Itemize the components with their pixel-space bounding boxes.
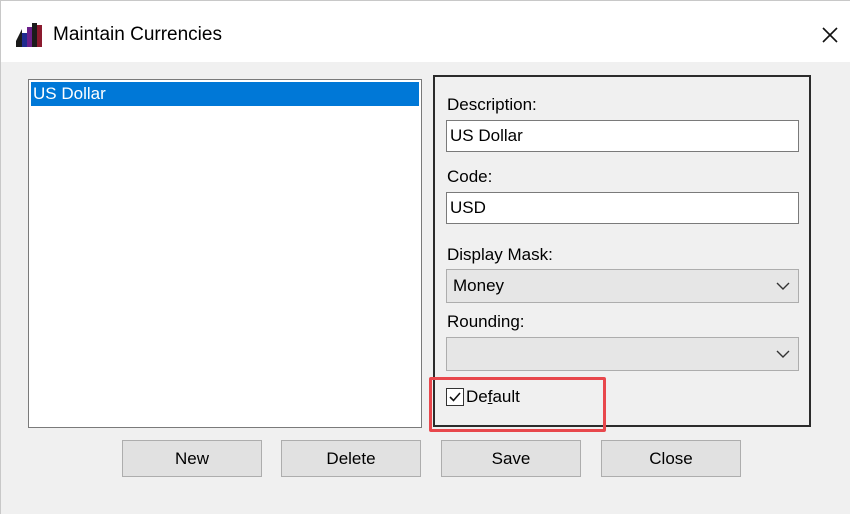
app-bars-icon	[16, 23, 42, 47]
default-checkbox-row[interactable]: Default	[446, 386, 566, 410]
maintain-currencies-window: Maintain Currencies US Dollar Descriptio…	[0, 0, 850, 514]
rounding-select[interactable]	[446, 337, 799, 371]
currency-listbox[interactable]: US Dollar	[28, 79, 422, 428]
display-mask-value: Money	[453, 276, 505, 295]
checkmark-icon	[449, 392, 461, 402]
save-button[interactable]: Save	[441, 440, 581, 477]
display-mask-label: Display Mask:	[447, 245, 553, 264]
code-label: Code:	[447, 167, 493, 186]
description-label: Description:	[447, 95, 537, 114]
chevron-down-icon	[776, 282, 790, 290]
currency-details-panel: Description: US Dollar Code: USD Display…	[433, 75, 811, 427]
window-title: Maintain Currencies	[53, 24, 222, 45]
default-label: Default	[466, 387, 520, 406]
chevron-down-icon	[776, 350, 790, 358]
title-bar: Maintain Currencies	[0, 0, 850, 62]
delete-button[interactable]: Delete	[281, 440, 421, 477]
close-button[interactable]: Close	[601, 440, 741, 477]
code-field[interactable]: USD	[446, 192, 799, 224]
new-button[interactable]: New	[122, 440, 262, 477]
dialog-body: US Dollar Description: US Dollar Code: U…	[0, 62, 850, 514]
list-item[interactable]: US Dollar	[31, 82, 419, 106]
rounding-label: Rounding:	[447, 312, 525, 331]
display-mask-select[interactable]: Money	[446, 269, 799, 303]
default-checkbox[interactable]	[446, 388, 464, 406]
description-field[interactable]: US Dollar	[446, 120, 799, 152]
close-icon[interactable]	[816, 21, 844, 49]
